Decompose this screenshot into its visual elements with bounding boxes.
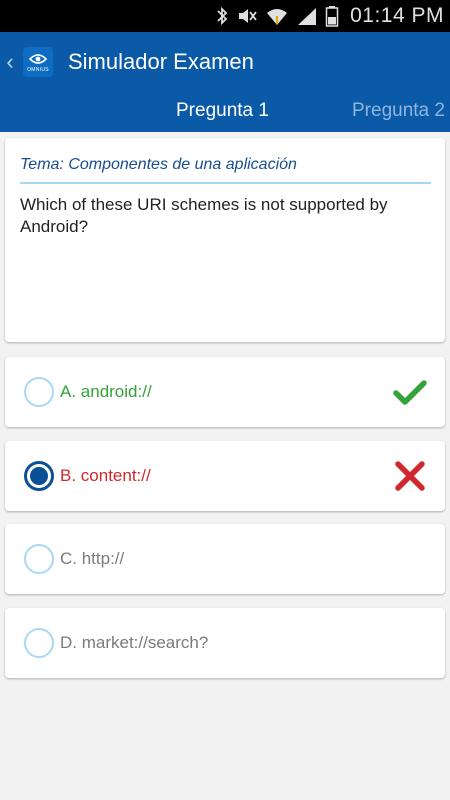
battery-icon [325,5,339,27]
radio-button-b[interactable] [24,461,54,491]
question-text: Which of these URI schemes is not suppor… [20,195,388,236]
clock: 01:14 PM [350,4,444,27]
mute-icon [236,6,258,26]
answer-option-c[interactable]: C. http:// [5,524,445,594]
tab-pregunta-1[interactable]: Pregunta 1 [176,100,269,122]
answer-option-d-label: D. market://search? [60,633,209,652]
signal-icon [296,6,318,26]
radio-dot [30,467,48,485]
answer-option-a[interactable]: A. android:// [5,357,445,427]
radio-button-a[interactable] [24,377,54,407]
tab-bar: Pregunta 1 Pregunta 2 [0,92,450,132]
app-bar: ‹ OMNIUS Simulador Examen [0,32,450,92]
eye-logo-icon[interactable]: OMNIUS [23,47,53,77]
logo-text: OMNIUS [27,66,49,73]
bluetooth-icon [215,6,229,26]
question-card: Tema: Componentes de una aplicación Whic… [5,138,445,342]
question-topic: Tema: Componentes de una aplicación [20,156,297,173]
radio-button-c[interactable] [24,544,54,574]
chevron-left-icon[interactable]: ‹ [3,32,17,92]
wifi-icon [265,6,289,26]
answer-option-d[interactable]: D. market://search? [5,608,445,678]
answer-option-c-label: C. http:// [60,549,125,568]
tab-pregunta-2[interactable]: Pregunta 2 [352,100,445,122]
status-bar: 01:14 PM [0,0,450,32]
app-title: Simulador Examen [68,49,254,74]
answer-option-b[interactable]: B. content:// [5,441,445,511]
answer-option-a-label: A. android:// [60,382,152,401]
checkmark-icon [393,380,427,405]
topic-divider [20,182,431,184]
radio-button-d[interactable] [24,628,54,658]
answer-option-b-label: B. content:// [60,466,151,485]
cross-icon [395,461,425,491]
